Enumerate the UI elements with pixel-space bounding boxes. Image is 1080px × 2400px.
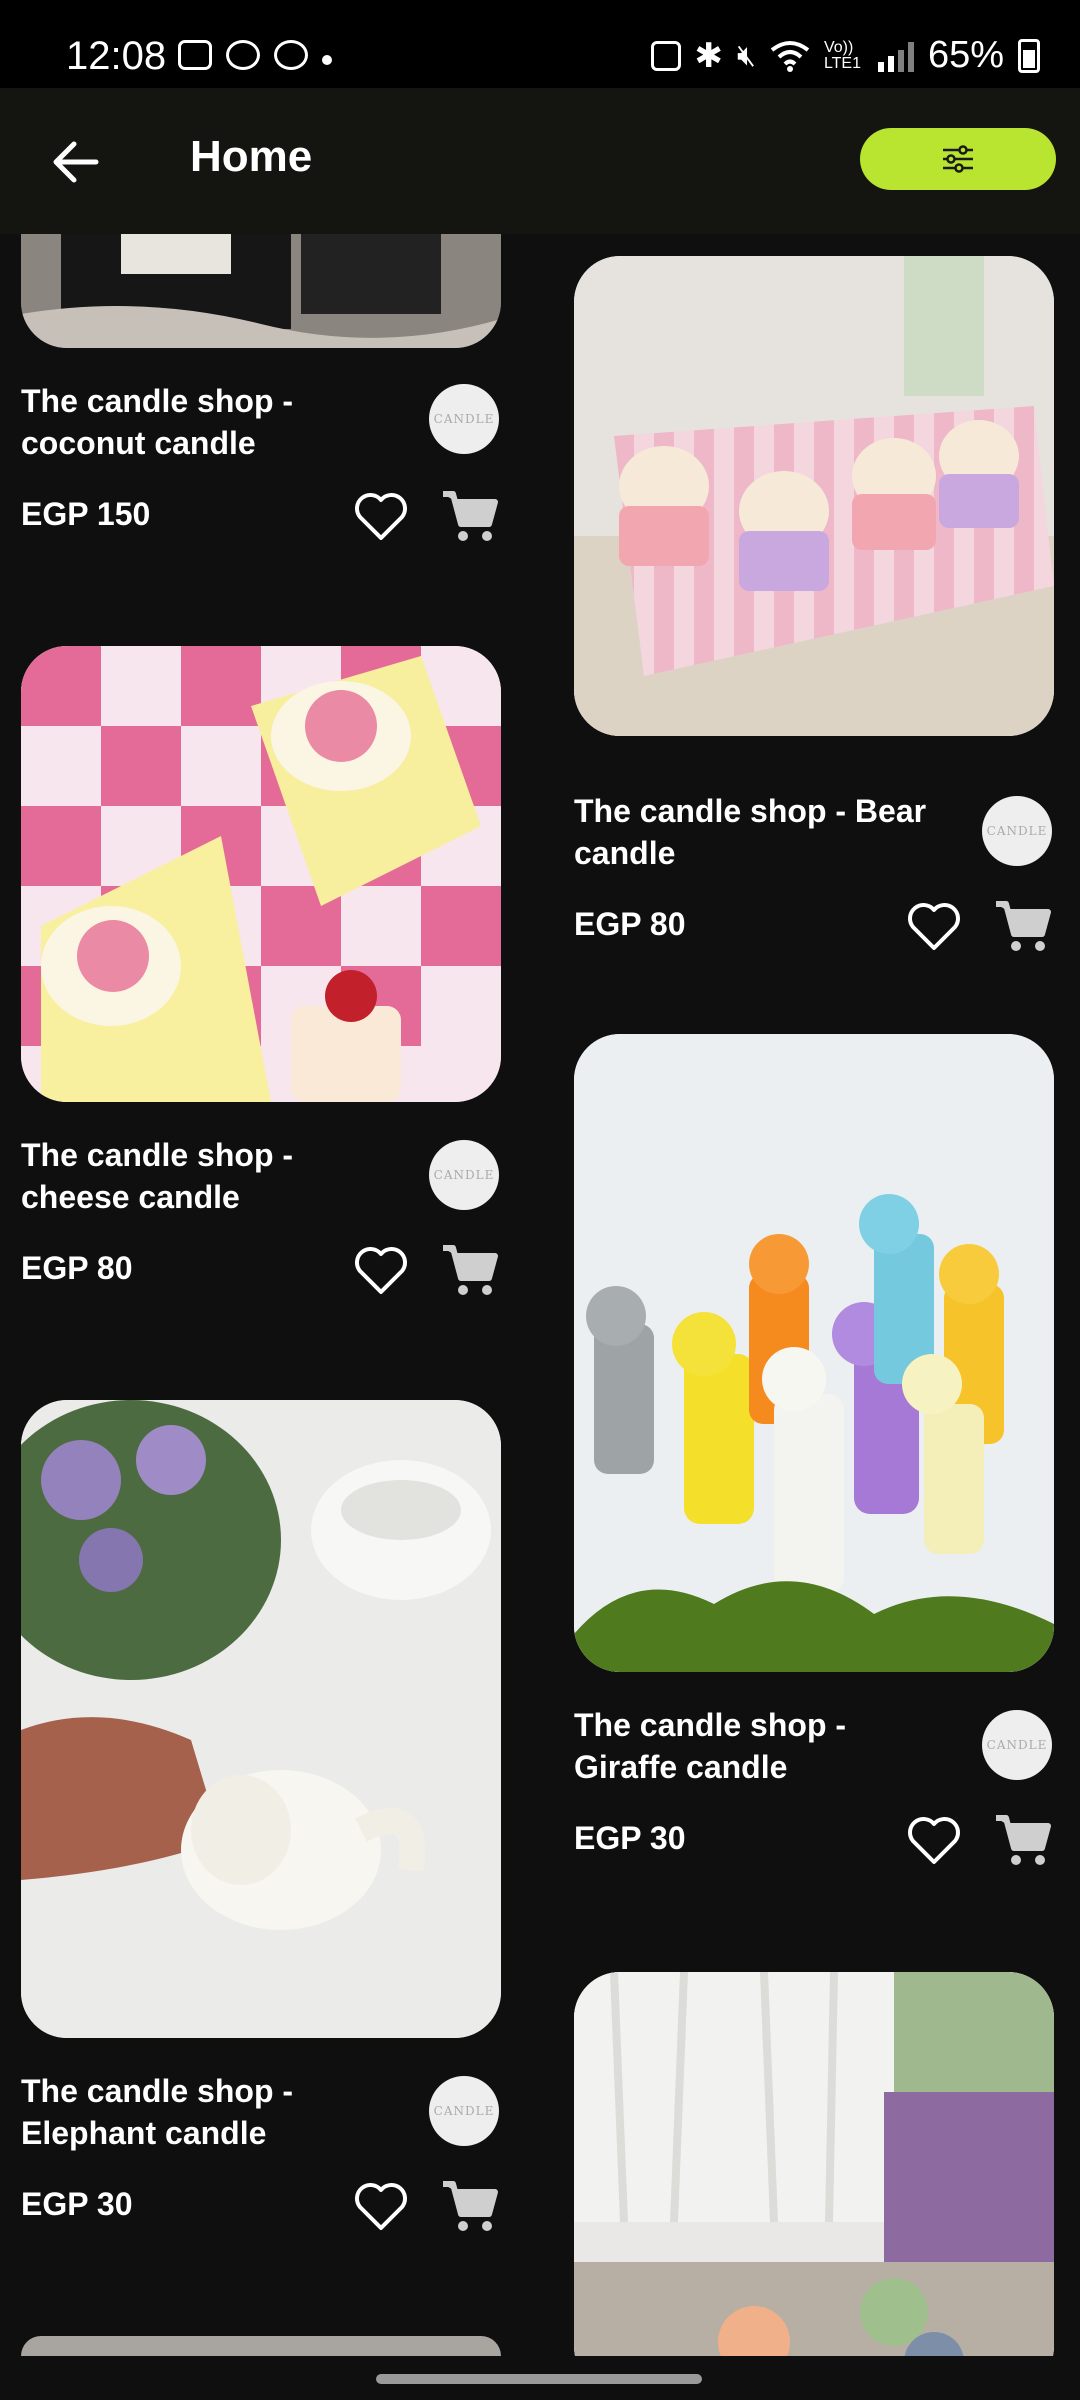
product-image[interactable] xyxy=(21,1400,501,2038)
product-title[interactable]: The candle shop - cheese candle xyxy=(21,1134,381,1218)
sliders-icon xyxy=(943,145,973,173)
cart-icon[interactable] xyxy=(992,896,1052,956)
product-image[interactable] xyxy=(574,1034,1054,1672)
product-price: EGP 80 xyxy=(574,906,686,942)
snapchat-icon xyxy=(274,40,308,70)
wifi-icon xyxy=(770,40,810,72)
filter-button[interactable] xyxy=(860,128,1056,190)
gallery-icon xyxy=(178,40,212,70)
product-grid: The candle shop - coconut candle CANDLE … xyxy=(0,234,1080,2356)
product-title[interactable]: The candle shop - coconut candle xyxy=(21,380,381,464)
system-icons: ✱ 🔇︎ Vo)) LTE1 65% xyxy=(650,34,1040,77)
product-image[interactable] xyxy=(574,1972,1054,2356)
product-card[interactable]: The candle shop - Giraffe candle CANDLE … xyxy=(574,1034,1054,1865)
status-bar: 12:08 ✱ 🔇︎ Vo)) LTE1 65% xyxy=(0,0,1080,88)
shop-avatar[interactable]: CANDLE xyxy=(982,796,1052,866)
cart-icon[interactable] xyxy=(439,486,499,546)
whatsapp-icon xyxy=(226,40,260,70)
product-title[interactable]: The candle shop - Bear candle xyxy=(574,790,934,874)
product-card[interactable] xyxy=(21,2336,501,2356)
cart-icon[interactable] xyxy=(439,1240,499,1300)
cart-icon[interactable] xyxy=(439,2176,499,2236)
heart-icon[interactable] xyxy=(906,1814,962,1866)
product-image[interactable] xyxy=(21,234,501,348)
status-time: 12:08 xyxy=(66,34,167,78)
network-label: Vo)) LTE1 xyxy=(823,38,861,72)
bluetooth-icon: ✱ xyxy=(694,36,724,75)
heart-icon[interactable] xyxy=(353,490,409,542)
battery-saver-icon xyxy=(650,40,681,71)
product-card[interactable]: The candle shop - cheese candle CANDLE E… xyxy=(21,646,501,1295)
product-price: EGP 150 xyxy=(21,496,151,532)
home-indicator[interactable] xyxy=(376,2374,702,2384)
product-card[interactable]: The candle shop - Bear candle CANDLE EGP… xyxy=(574,256,1054,951)
product-card[interactable]: The candle shop - coconut candle CANDLE … xyxy=(21,234,501,541)
heart-icon[interactable] xyxy=(906,900,962,952)
more-notifications-icon xyxy=(322,55,332,65)
product-price: EGP 80 xyxy=(21,1250,133,1286)
product-image[interactable] xyxy=(21,646,501,1102)
arrow-left-icon[interactable] xyxy=(46,132,106,192)
product-price: EGP 30 xyxy=(21,2186,133,2222)
product-card[interactable]: The candle shop - Elephant candle CANDLE… xyxy=(21,1400,501,2231)
battery-icon xyxy=(1018,38,1040,73)
app-bar: Home xyxy=(0,88,1080,234)
shop-avatar[interactable]: CANDLE xyxy=(982,1710,1052,1780)
shop-avatar[interactable]: CANDLE xyxy=(429,1140,499,1210)
shop-avatar[interactable]: CANDLE xyxy=(429,2076,499,2146)
cart-icon[interactable] xyxy=(992,1810,1052,1870)
page-title: Home xyxy=(190,132,313,181)
heart-icon[interactable] xyxy=(353,2180,409,2232)
product-title[interactable]: The candle shop - Giraffe candle xyxy=(574,1704,934,1788)
product-image[interactable] xyxy=(21,2336,501,2356)
mute-icon: 🔇︎ xyxy=(737,38,756,72)
product-price: EGP 30 xyxy=(574,1820,686,1856)
battery-percent: 65% xyxy=(927,34,1004,76)
signal-icon xyxy=(877,40,914,72)
product-image[interactable] xyxy=(574,256,1054,736)
product-card[interactable] xyxy=(574,1972,1054,2356)
product-title[interactable]: The candle shop - Elephant candle xyxy=(21,2070,381,2154)
shop-avatar[interactable]: CANDLE xyxy=(429,384,499,454)
notification-icons xyxy=(178,40,332,70)
heart-icon[interactable] xyxy=(353,1244,409,1296)
